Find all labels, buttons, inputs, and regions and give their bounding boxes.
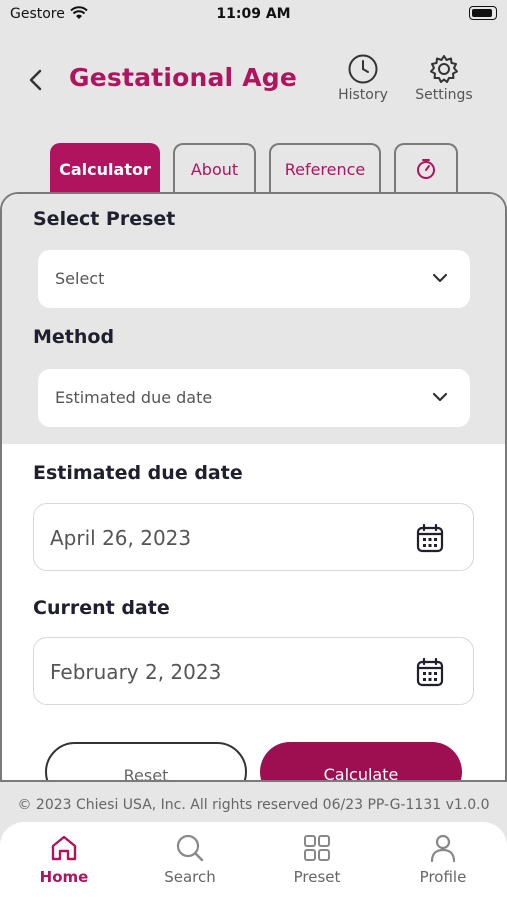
nav-search[interactable]: Search — [145, 832, 235, 886]
nav-preset-label: Preset — [293, 868, 341, 886]
timer-icon — [417, 159, 435, 179]
nav-profile[interactable]: Profile — [398, 832, 488, 886]
current-date-field[interactable]: February 2, 2023 — [33, 637, 474, 705]
history-label: History — [338, 87, 388, 103]
tab-about[interactable]: About — [173, 143, 256, 193]
tab-calculator[interactable]: Calculator — [50, 143, 160, 193]
gear-icon — [430, 55, 458, 83]
method-label: Method — [33, 326, 115, 348]
preset-label: Select Preset — [33, 208, 176, 230]
calculate-button[interactable]: Calculate — [260, 742, 462, 780]
current-date-label: Current date — [33, 597, 170, 619]
current-date-value: February 2, 2023 — [50, 660, 222, 684]
back-chevron-icon[interactable] — [26, 65, 46, 95]
status-time: 11:09 AM — [216, 6, 291, 22]
nav-profile-label: Profile — [419, 868, 467, 886]
due-date-value: April 26, 2023 — [50, 526, 192, 550]
page-title: Gestational Age — [69, 63, 298, 92]
preset-select[interactable]: Select — [38, 250, 470, 308]
reset-button[interactable]: Reset — [45, 742, 247, 780]
tab-reference[interactable]: Reference — [269, 143, 381, 193]
grid-icon — [304, 835, 330, 861]
settings-button[interactable]: Settings — [409, 53, 479, 103]
method-value: Estimated due date — [55, 388, 213, 407]
app-header: Gestational Age History Settings — [0, 50, 507, 110]
preset-value: Select — [55, 269, 105, 288]
chevron-down-icon — [432, 273, 448, 283]
history-button[interactable]: History — [328, 53, 398, 103]
calendar-icon[interactable] — [416, 657, 444, 687]
battery-icon — [469, 6, 497, 20]
tab-timer[interactable] — [394, 143, 458, 193]
bottom-nav: Home Search Preset Profile — [0, 822, 507, 900]
due-date-field[interactable]: April 26, 2023 — [33, 503, 474, 571]
chevron-down-icon — [432, 392, 448, 402]
calendar-icon[interactable] — [416, 523, 444, 553]
nav-home[interactable]: Home — [19, 832, 109, 886]
calculator-card: Select Preset Select Method Estimated du… — [0, 192, 507, 782]
nav-preset[interactable]: Preset — [272, 832, 362, 886]
user-icon — [430, 834, 456, 863]
nav-search-label: Search — [164, 868, 216, 886]
method-select[interactable]: Estimated due date — [38, 369, 470, 427]
search-icon — [176, 834, 204, 862]
status-bar: Gestore 11:09 AM — [0, 0, 507, 30]
home-icon — [51, 835, 77, 861]
nav-home-label: Home — [39, 868, 89, 886]
clock-icon — [348, 54, 378, 84]
copyright-footer: © 2023 Chiesi USA, Inc. All rights reser… — [17, 797, 490, 813]
settings-label: Settings — [415, 87, 473, 103]
due-date-label: Estimated due date — [33, 462, 243, 484]
